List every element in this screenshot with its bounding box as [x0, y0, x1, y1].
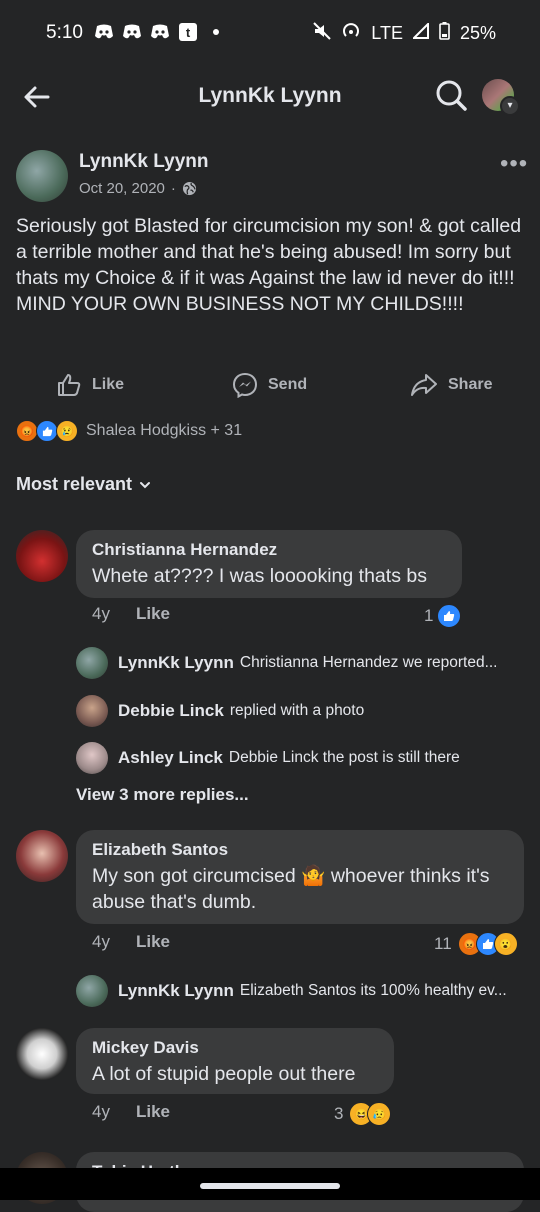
mute-icon: [313, 22, 331, 45]
notification-icons: t: [94, 22, 226, 42]
comment-like-button[interactable]: Like: [136, 932, 170, 952]
share-label: Share: [448, 376, 493, 393]
comment-text: Whete at???? I was looooking thats bs: [92, 565, 427, 587]
reply-text: Elizabeth Santos its 100% healthy ev...: [239, 982, 507, 999]
reply-avatar: [76, 695, 108, 727]
wow-reaction-icon: 😮: [493, 932, 518, 956]
signal-icon: [411, 21, 429, 44]
like-label: Like: [92, 376, 125, 393]
status-bar: 5:10 t LTE 25%: [0, 0, 540, 66]
comment-text: My son got circumcised 🤷 whoever thinks …: [92, 865, 490, 913]
commenter-name[interactable]: Elizabeth Santos: [92, 840, 508, 860]
reply-item[interactable]: Ashley Linck Debbie Linck the post is st…: [76, 742, 521, 774]
comment-meta: 4y Like: [92, 932, 170, 952]
comment-like-button[interactable]: Like: [136, 1102, 170, 1122]
post-meta: Oct 20, 2020 ·: [79, 180, 197, 197]
reply-avatar: [76, 975, 108, 1007]
post-actions: Like Send Share: [0, 366, 540, 406]
share-icon: [411, 374, 437, 396]
comment-reactions[interactable]: 3 😆 😥: [334, 1102, 392, 1126]
send-button[interactable]: Send: [232, 372, 307, 398]
comment-bubble: Elizabeth Santos My son got circumcised …: [76, 830, 524, 924]
discord-icon: [150, 22, 170, 42]
thumbs-up-icon: [58, 374, 81, 396]
reply-text: Christianna Hernandez we reported...: [239, 654, 498, 671]
sad-reaction-icon: 😢: [56, 420, 78, 442]
sort-label: Most relevant: [16, 474, 133, 494]
reply-name: LynnKk Lyynn: [118, 981, 234, 1000]
comment-age: 4y: [92, 932, 110, 951]
commenter-avatar[interactable]: [16, 530, 68, 582]
svg-text:t: t: [186, 25, 191, 40]
share-button[interactable]: Share: [410, 372, 492, 398]
comment-age: 4y: [92, 604, 110, 623]
reply-text: replied with a photo: [229, 702, 365, 719]
like-button[interactable]: Like: [56, 372, 124, 398]
commenter-avatar[interactable]: [16, 830, 68, 882]
search-button[interactable]: [434, 78, 468, 112]
sad-reaction-icon: 😥: [367, 1102, 392, 1126]
comment-sort-dropdown[interactable]: Most relevant: [16, 474, 152, 495]
reaction-count: 11: [434, 934, 452, 953]
like-reaction-icon: [36, 420, 58, 442]
chevron-down-icon[interactable]: ▾: [500, 96, 520, 116]
reply-name: Ashley Linck: [118, 748, 223, 767]
post-author-avatar[interactable]: [16, 150, 68, 202]
send-label: Send: [268, 376, 308, 393]
more-options-icon[interactable]: •••: [500, 150, 528, 178]
reply-item[interactable]: Debbie Linck replied with a photo: [76, 695, 521, 727]
status-time: 5:10: [46, 22, 83, 43]
discord-icon: [122, 22, 142, 42]
comment-age: 4y: [92, 1102, 110, 1121]
post-author-name[interactable]: LynnKk Lyynn: [79, 151, 209, 173]
reply-item[interactable]: LynnKk Lyynn Elizabeth Santos its 100% h…: [76, 975, 521, 1007]
system-status: LTE 25%: [313, 21, 496, 45]
view-more-replies-link[interactable]: View 3 more replies...: [76, 785, 249, 805]
comment-text: A lot of stupid people out there: [92, 1063, 356, 1085]
reply-item[interactable]: LynnKk Lyynn Christianna Hernandez we re…: [76, 647, 521, 679]
reply-avatar: [76, 647, 108, 679]
post-date[interactable]: Oct 20, 2020: [79, 180, 165, 197]
network-label: LTE: [371, 23, 403, 43]
reaction-count: 1: [424, 606, 434, 625]
chevron-down-icon: [140, 481, 151, 488]
messenger-icon: [232, 372, 258, 398]
commenter-name[interactable]: Mickey Davis: [92, 1038, 378, 1058]
commenter-avatar[interactable]: [16, 1028, 68, 1080]
globe-icon: [182, 181, 196, 196]
battery-percent: 25%: [459, 23, 496, 43]
reaction-count: 3: [334, 1104, 344, 1123]
angry-reaction-icon: 😡: [16, 420, 38, 442]
battery-icon: [439, 22, 450, 45]
post-text: Seriously got Blasted for circumcision m…: [16, 215, 522, 315]
comment-reactions[interactable]: 11 😡 😮: [434, 932, 518, 956]
meta-separator: ·: [170, 180, 176, 197]
reply-text: Debbie Linck the post is still there: [228, 749, 460, 766]
reactions-summary[interactable]: 😡 😢 Shalea Hodgkiss + 31: [16, 420, 242, 442]
comment-bubble: Mickey Davis A lot of stupid people out …: [76, 1028, 394, 1094]
comment-reactions[interactable]: 1: [424, 604, 462, 628]
commenter-name[interactable]: Christianna Hernandez: [92, 540, 446, 560]
like-reaction-icon: [437, 604, 462, 628]
comment-like-button[interactable]: Like: [136, 604, 170, 624]
reactions-names: Shalea Hodgkiss + 31: [86, 422, 243, 439]
comment-meta: 4y Like: [92, 1102, 170, 1122]
dot-icon: [206, 22, 226, 42]
reply-name: Debbie Linck: [118, 701, 224, 720]
app-header: LynnKk Lyynn ▾: [0, 66, 540, 128]
comment-bubble: Christianna Hernandez Whete at???? I was…: [76, 530, 462, 598]
comment-meta: 4y Like: [92, 604, 170, 624]
home-gesture-handle[interactable]: [200, 1183, 340, 1189]
search-icon: [436, 80, 467, 111]
reply-name: LynnKk Lyynn: [118, 653, 234, 672]
discord-icon: [94, 22, 114, 42]
tumblr-icon: t: [178, 22, 198, 42]
reply-avatar: [76, 742, 108, 774]
hotspot-icon: [341, 22, 361, 45]
